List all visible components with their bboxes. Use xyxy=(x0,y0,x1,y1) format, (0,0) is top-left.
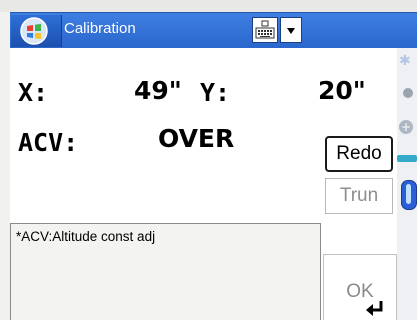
note-text: *ACV:Altitude const adj xyxy=(10,223,321,320)
side-toolbar: ✱ + xyxy=(397,48,417,320)
acv-label: ACV: xyxy=(18,128,79,157)
acv-value: OVER xyxy=(158,124,235,153)
ruler-icon xyxy=(397,155,417,162)
desktop-strip xyxy=(0,0,417,12)
windows-flag-icon xyxy=(20,17,48,45)
x-label: X: xyxy=(18,78,49,107)
y-label: Y: xyxy=(200,78,231,107)
screen: Calibration ✱ + X: 49" Y: 20" ACV: OVER … xyxy=(0,0,417,320)
enter-icon xyxy=(366,301,383,316)
sparkle-icon: ✱ xyxy=(399,53,411,69)
start-button[interactable] xyxy=(11,15,62,47)
input-panel-dropdown[interactable] xyxy=(280,17,302,43)
battery-icon xyxy=(401,180,417,210)
window-title: Calibration xyxy=(64,20,136,37)
y-value: 20" xyxy=(318,76,366,105)
trun-button[interactable]: Trun xyxy=(325,178,393,214)
redo-button[interactable]: Redo xyxy=(325,136,393,172)
keyboard-button[interactable] xyxy=(252,17,278,43)
ok-button[interactable]: OK xyxy=(323,254,397,320)
keyboard-icon xyxy=(255,20,275,39)
gear-icon xyxy=(403,88,413,98)
title-bar: Calibration xyxy=(10,12,417,49)
plus-icon: + xyxy=(399,120,413,134)
x-value: 49" xyxy=(134,76,182,105)
